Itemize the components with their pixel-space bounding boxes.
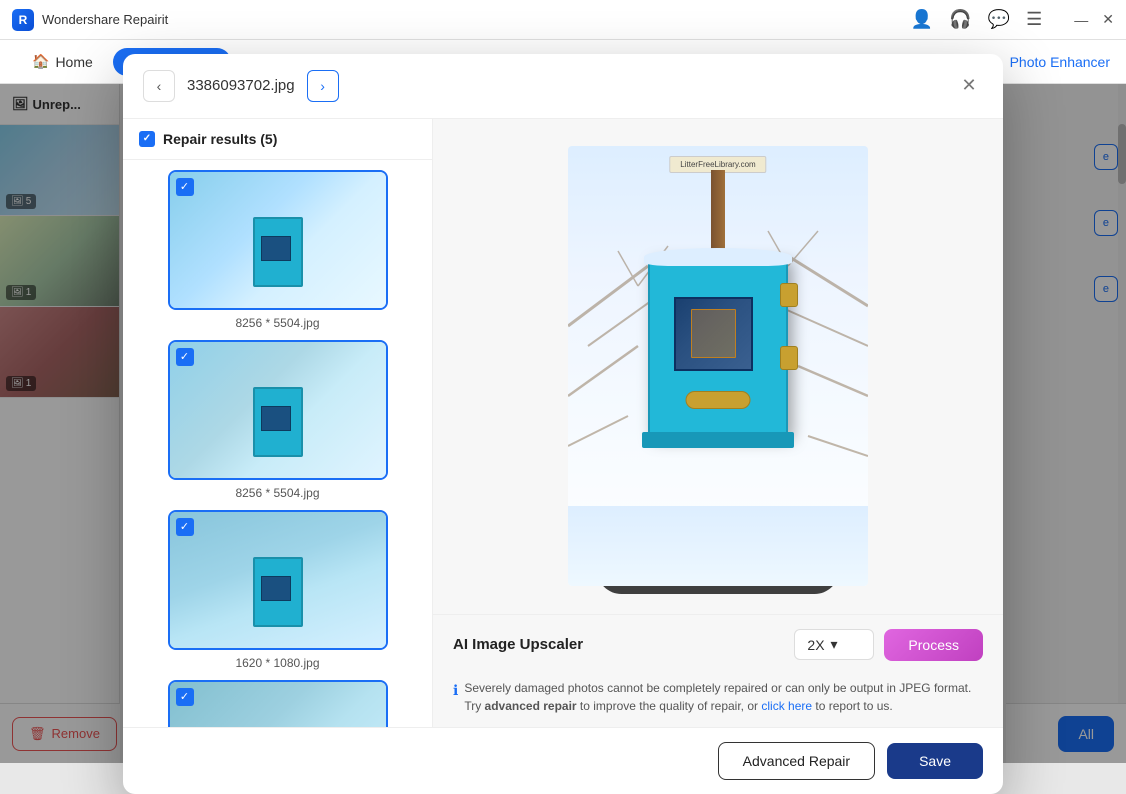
file-list-panel: ✓ Repair results (5) ✓ [123, 119, 433, 727]
file-checkbox-1[interactable]: ✓ [176, 178, 194, 196]
library-box [648, 256, 788, 436]
scale-value: 2X [807, 637, 824, 653]
app-icon: R [12, 9, 34, 31]
app-window: R Wondershare Repairit 👤 🎧 💬 ☰ — ✕ 🏠 Hom… [0, 0, 1126, 763]
save-button[interactable]: Save [887, 743, 983, 779]
modal-header: ‹ 3386093702.jpg › ✕ [123, 54, 1003, 119]
app-title: Wondershare Repairit [42, 12, 168, 27]
file-list-scroll[interactable]: ✓ 8256 * 5504.jpg [123, 160, 432, 727]
file-thumb-4[interactable]: ✓ [168, 680, 388, 727]
snow-cap [644, 248, 792, 266]
click-here-link[interactable]: click here [761, 699, 812, 713]
title-bar: R Wondershare Repairit 👤 🎧 💬 ☰ — ✕ [0, 0, 1126, 40]
file-thumb-2[interactable]: ✓ [168, 340, 388, 480]
modal-overlay: ‹ 3386093702.jpg › ✕ [0, 84, 1126, 763]
close-button[interactable]: ✕ [1102, 11, 1114, 28]
preview-area: LitterFreeLibrary.com [433, 119, 1003, 727]
hinge-bottom [780, 346, 798, 370]
file-thumbnail-1 [170, 172, 386, 308]
ai-section: AI Image Upscaler 2X ▾ Process [433, 614, 1003, 671]
next-button[interactable]: › [307, 70, 339, 102]
chevron-down-icon: ▾ [831, 636, 838, 653]
info-text: Severely damaged photos cannot be comple… [464, 679, 983, 715]
home-icon: 🏠 [32, 53, 49, 70]
scale-dropdown[interactable]: 2X ▾ [794, 629, 874, 660]
hinge-top [780, 283, 798, 307]
library-window [674, 297, 753, 371]
window-controls: — ✕ [1074, 11, 1114, 28]
modal-body: ✓ Repair results (5) ✓ [123, 119, 1003, 727]
list-item[interactable]: ✓ 1620 * 1080.jpg [133, 510, 422, 670]
chat-icon[interactable]: 💬 [988, 9, 1010, 30]
advanced-repair-text: advanced repair [485, 699, 577, 713]
prev-button[interactable]: ‹ [143, 70, 175, 102]
file-label-1: 8256 * 5504.jpg [235, 316, 319, 330]
modal-dialog: ‹ 3386093702.jpg › ✕ [123, 54, 1003, 794]
prev-icon: ‹ [157, 78, 162, 94]
account-icon[interactable]: 👤 [911, 9, 933, 30]
tab-home[interactable]: 🏠 Home [16, 45, 109, 78]
file-label-3: 1620 * 1080.jpg [235, 656, 319, 670]
modal-footer: Advanced Repair Save [123, 727, 1003, 794]
select-all-checkbox[interactable]: ✓ [139, 131, 155, 147]
file-list-header: ✓ Repair results (5) [123, 119, 432, 160]
file-checkbox-3[interactable]: ✓ [176, 518, 194, 536]
snow-ground [568, 506, 868, 586]
advanced-repair-button[interactable]: Advanced Repair [718, 742, 875, 780]
list-item[interactable]: ✓ 8256 * 5504.jpg [133, 170, 422, 330]
preview-image: LitterFreeLibrary.com [568, 146, 868, 586]
process-button[interactable]: Process [884, 629, 983, 661]
file-checkbox-4[interactable]: ✓ [176, 688, 194, 706]
file-list-title: Repair results (5) [163, 131, 277, 147]
preview-image-container: LitterFreeLibrary.com [433, 119, 1003, 614]
list-item[interactable]: ✓ 640 * 424.jpg [133, 680, 422, 727]
home-tab-label: Home [55, 54, 92, 70]
list-item[interactable]: ✓ 8256 * 5504.jpg [133, 340, 422, 500]
photo-enhancer-link[interactable]: Photo Enhancer [1010, 54, 1110, 70]
menu-icon[interactable]: ☰ [1026, 9, 1042, 30]
title-bar-left: R Wondershare Repairit [12, 9, 168, 31]
file-thumbnail-3 [170, 512, 386, 648]
file-thumb-1[interactable]: ✓ [168, 170, 388, 310]
file-thumbnail-4 [170, 682, 386, 727]
title-bar-icons: 👤 🎧 💬 ☰ — ✕ [911, 9, 1114, 30]
info-icon: ℹ [453, 680, 458, 701]
headset-icon[interactable]: 🎧 [949, 9, 971, 30]
close-button[interactable]: ✕ [955, 72, 983, 100]
file-thumb-3[interactable]: ✓ [168, 510, 388, 650]
file-label-2: 8256 * 5504.jpg [235, 486, 319, 500]
modal-filename: 3386093702.jpg [187, 77, 295, 94]
close-icon: ✕ [961, 75, 976, 96]
modal-nav: ‹ 3386093702.jpg › [143, 70, 339, 102]
minimize-button[interactable]: — [1074, 12, 1088, 28]
file-thumbnail-2 [170, 342, 386, 478]
nameplate [686, 391, 751, 409]
ai-label: AI Image Upscaler [453, 636, 583, 653]
file-checkbox-2[interactable]: ✓ [176, 348, 194, 366]
next-icon: › [320, 78, 325, 94]
info-message: ℹ Severely damaged photos cannot be comp… [433, 671, 1003, 727]
main-content: 🖼 Unrep... 🖼5 🖼1 [0, 84, 1126, 763]
scale-select: 2X ▾ Process [794, 629, 983, 661]
box-base [642, 432, 794, 448]
